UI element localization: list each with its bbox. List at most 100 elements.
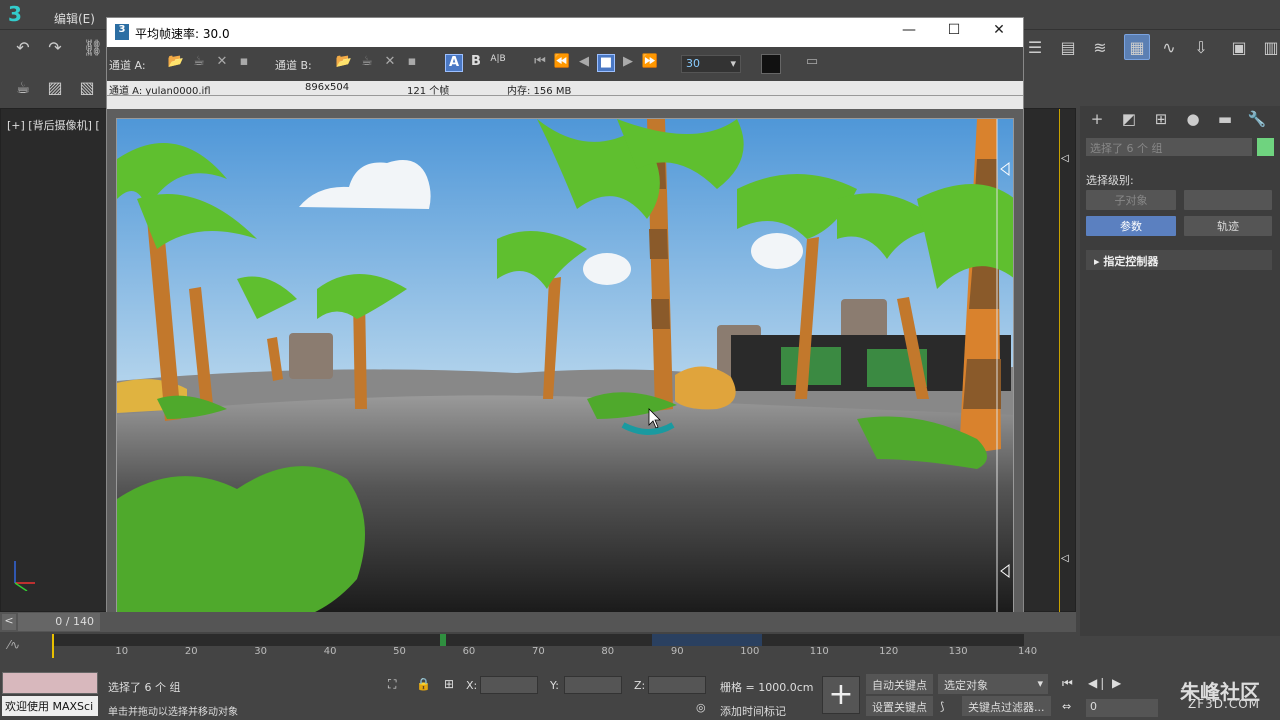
x-coordinate-field[interactable] xyxy=(480,676,538,694)
save-icon[interactable]: ▪ xyxy=(235,54,253,72)
safe-frame xyxy=(1059,109,1076,612)
undo-icon[interactable]: ↶ xyxy=(10,34,36,60)
key-target-dropdown[interactable]: 选定对象 ▾ xyxy=(938,674,1048,694)
close-icon[interactable]: ✕ xyxy=(987,22,1011,42)
channel-b-label: 通道 B: xyxy=(275,59,312,72)
key-mode-toggle-icon[interactable]: ⇔ xyxy=(1062,700,1071,713)
viewport-label[interactable]: [+] [背后摄像机] [ xyxy=(7,117,100,133)
curve-editor-icon[interactable]: ∿ xyxy=(1156,34,1182,60)
timeline-tick-label: 80 xyxy=(601,646,615,657)
z-coordinate-field[interactable] xyxy=(648,676,706,694)
welcome-text[interactable]: 欢迎使用 MAXSci xyxy=(2,696,98,716)
frame-marker-icon: ◁ xyxy=(1061,553,1069,564)
lock-icon[interactable]: 🔒 xyxy=(416,677,431,691)
hierarchy-tab-icon[interactable]: ⊞ xyxy=(1148,110,1174,132)
frame-rate-dropdown[interactable]: 30 ▾ xyxy=(681,55,741,73)
track-ruler[interactable] xyxy=(52,634,1024,658)
key-filters-button[interactable]: 关键点过滤器... xyxy=(962,696,1051,716)
play-reverse-icon[interactable]: ◀ xyxy=(575,54,593,72)
maximize-icon[interactable]: ☐ xyxy=(942,22,966,42)
curve-editor-mini-icon[interactable]: ⁄∿ xyxy=(8,638,20,652)
frame-info-bar: 通道 A: yulan0000.ifl 896x504 121 个帧 内存: 1… xyxy=(107,81,1023,97)
menu-edit[interactable]: 编辑(E) xyxy=(54,10,95,27)
timeline-tick-label: 30 xyxy=(254,646,268,657)
utilities-tab-icon[interactable]: 🔧 xyxy=(1244,110,1270,132)
select-level-label: 选择级别: xyxy=(1086,174,1134,187)
layer-icon[interactable]: ≋ xyxy=(1087,34,1113,60)
teapot-icon[interactable]: ☕ xyxy=(190,54,208,72)
selection-name-field[interactable]: 选择了 6 个 组 xyxy=(1086,138,1252,156)
key-range xyxy=(652,634,762,646)
save-b-icon[interactable]: ▪ xyxy=(403,54,421,72)
stop-icon[interactable]: ■ xyxy=(597,54,615,72)
ribbon-icon[interactable]: ▦ xyxy=(1124,34,1150,60)
go-first-icon[interactable]: ⏮ xyxy=(531,54,549,72)
assign-controller-rollout[interactable]: ▸ 指定控制器 xyxy=(1086,250,1272,270)
set-key-big-button[interactable]: + xyxy=(822,676,860,714)
time-prev-icon[interactable]: < xyxy=(2,614,16,630)
teapot-icon[interactable]: ☕ xyxy=(10,74,36,100)
add-time-tag[interactable]: 添加时间标记 xyxy=(720,703,786,719)
app-logo-icon[interactable]: 3 xyxy=(8,2,40,28)
z-label: Z: xyxy=(634,679,646,692)
create-tab-icon[interactable]: + xyxy=(1084,110,1110,132)
render-setup-icon[interactable]: ▥ xyxy=(1258,34,1280,60)
display-toggle-icon[interactable]: ▭ xyxy=(803,54,821,72)
time-tag-icon[interactable]: ◎ xyxy=(696,701,706,714)
timeline-tick-label: 130 xyxy=(948,646,968,657)
isolate-icon[interactable]: ⛶ xyxy=(388,677,396,692)
key-target-value: 选定对象 xyxy=(944,679,988,692)
link-icon[interactable]: ⛓ xyxy=(80,34,106,60)
app-icon: 3 xyxy=(115,24,129,40)
open-icon[interactable]: 📂 xyxy=(167,54,185,72)
channel-b-button[interactable]: B xyxy=(467,54,485,72)
clear-b-icon[interactable]: ✕ xyxy=(381,54,399,72)
prev-frame-icon[interactable]: ◀❘ xyxy=(1088,676,1107,690)
time-slider[interactable]: 0 / 140 xyxy=(18,613,100,631)
timeline-tick-label: 110 xyxy=(809,646,829,657)
redo-icon[interactable]: ↷ xyxy=(42,34,68,60)
timeline-tick-label: 120 xyxy=(879,646,899,657)
motion-tab-icon[interactable]: ● xyxy=(1180,110,1206,132)
render-frame-icon[interactable]: ▨ xyxy=(42,74,68,100)
go-to-start-icon[interactable]: ⏮ xyxy=(1062,676,1073,691)
next-frame-icon[interactable]: ⏩ xyxy=(641,54,659,72)
align-icon[interactable]: ☰ xyxy=(1022,34,1048,60)
frame-rate-value: 30 xyxy=(686,57,700,70)
frame-progress-bar xyxy=(107,95,1023,109)
time-slider-bar xyxy=(0,612,1076,632)
display-tab-icon[interactable]: ▬ xyxy=(1212,110,1238,132)
schematic-icon[interactable]: ⇩ xyxy=(1188,34,1214,60)
channel-ab-button[interactable]: A|B xyxy=(487,54,509,72)
clear-icon[interactable]: ✕ xyxy=(213,54,231,72)
command-panel-tabs: + ◩ ⊞ ● ▬ 🔧 xyxy=(1080,106,1280,136)
object-color-swatch[interactable] xyxy=(1257,138,1274,156)
prev-frame-icon[interactable]: ⏪ xyxy=(553,54,571,72)
timeline-tick-label: 40 xyxy=(323,646,337,657)
set-key-button[interactable]: 设置关键点 xyxy=(866,696,933,716)
window-titlebar[interactable]: 3 平均帧速率: 30.0 — ☐ ✕ xyxy=(107,18,1023,47)
sub-object-dropdown[interactable] xyxy=(1184,190,1272,210)
render-icon[interactable]: ▧ xyxy=(74,74,100,100)
teapot-b-icon[interactable]: ☕ xyxy=(358,54,376,72)
material-editor-icon[interactable]: ▣ xyxy=(1226,34,1252,60)
open-b-icon[interactable]: 📂 xyxy=(335,54,353,72)
maxscript-listener[interactable] xyxy=(2,672,98,694)
sub-object-button[interactable]: 子对象 xyxy=(1086,190,1176,210)
play-icon[interactable]: ▶ xyxy=(619,54,637,72)
absolute-mode-icon[interactable]: ⊞ xyxy=(444,677,454,691)
trajectories-button[interactable]: 轨迹 xyxy=(1184,216,1272,236)
y-coordinate-field[interactable] xyxy=(564,676,622,694)
timeline-tick-label: 50 xyxy=(393,646,406,657)
modify-tab-icon[interactable]: ◩ xyxy=(1116,110,1142,132)
channel-a-button[interactable]: A xyxy=(445,54,463,72)
key-mode-icon[interactable]: ⟆ xyxy=(940,700,944,713)
parameters-button[interactable]: 参数 xyxy=(1086,216,1176,236)
scene-explorer-icon[interactable]: ▤ xyxy=(1055,34,1081,60)
play-icon[interactable]: ▶ xyxy=(1112,676,1121,690)
auto-key-button[interactable]: 自动关键点 xyxy=(866,674,933,694)
grid-size: 栅格 = 1000.0cm xyxy=(720,681,814,694)
current-frame-field[interactable]: 0 xyxy=(1086,699,1158,717)
background-color-swatch[interactable] xyxy=(761,54,781,74)
minimize-icon[interactable]: — xyxy=(897,22,921,42)
